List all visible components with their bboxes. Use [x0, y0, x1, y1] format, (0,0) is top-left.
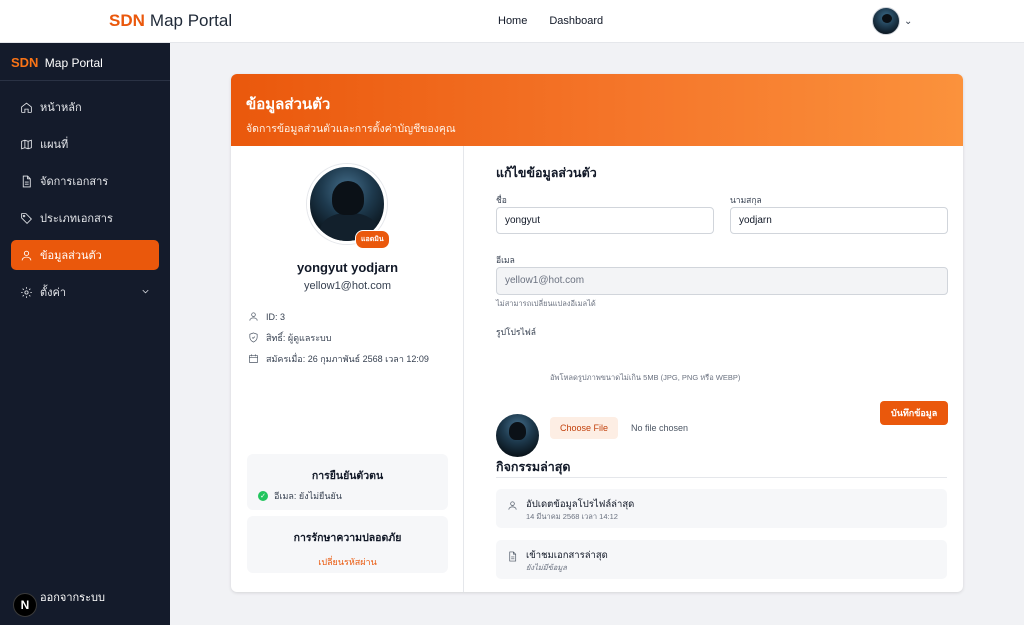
- divider: [496, 477, 947, 478]
- list-item: อัปเดตข้อมูลโปรไฟล์ล่าสุด 14 มีนาคม 2568…: [496, 489, 947, 528]
- page-subtitle: จัดการข้อมูลส่วนตัวและการตั้งค่าบัญชีของ…: [246, 123, 456, 135]
- verification-title: การยืนยันตัวตน: [311, 470, 384, 482]
- sidebar-item-profile[interactable]: ข้อมูลส่วนตัว: [11, 240, 159, 270]
- sidebar-brand-name: Map Portal: [44, 56, 103, 70]
- meta-id: ID: 3: [248, 310, 429, 324]
- logout-label: ออกจากระบบ: [40, 592, 105, 604]
- profile-name: yongyut yodjarn: [296, 260, 399, 275]
- avatar: [872, 7, 900, 35]
- tag-icon: [19, 211, 33, 225]
- sidebar-item-settings[interactable]: ตั้งค่า: [11, 277, 159, 307]
- sidebar-item-label: ประเภทเอกสาร: [40, 213, 113, 225]
- email-field[interactable]: yellow1@hot.com: [496, 267, 948, 295]
- nextjs-badge-icon[interactable]: N: [13, 593, 37, 617]
- profile-meta: ID: 3 สิทธิ์: ผู้ดูแลระบบ สมัครเมื่อ: 26…: [248, 310, 429, 373]
- no-file-text: No file chosen: [631, 423, 689, 433]
- user-menu-button[interactable]: ⌄: [872, 7, 912, 35]
- chevron-down-icon: [140, 286, 151, 300]
- nav-dashboard-link[interactable]: Dashboard: [549, 15, 603, 27]
- user-icon: [507, 498, 518, 510]
- security-panel: การรักษาความปลอดภัย เปลี่ยนรหัสผ่าน: [247, 516, 448, 573]
- document-icon: [507, 549, 518, 562]
- save-button[interactable]: บันทึกข้อมูล: [880, 401, 949, 425]
- email-hint: ไม่สามารถเปลี่ยนแปลงอีเมลได้: [496, 299, 596, 308]
- map-icon: [19, 137, 33, 151]
- gear-icon: [19, 285, 33, 299]
- brand-name: Map Portal: [149, 11, 233, 30]
- meta-role: สิทธิ์: ผู้ดูแลระบบ: [248, 331, 429, 345]
- user-icon: [248, 311, 260, 323]
- sidebar-brand-prefix: SDN: [11, 55, 39, 70]
- photo-label: รูปโปรไฟล์: [496, 327, 536, 337]
- card-header: ข้อมูลส่วนตัว จัดการข้อมูลส่วนตัวและการต…: [231, 74, 963, 146]
- sidebar-menu: หน้าหลัก แผนที่ จัดการเอกสาร ประเภทเอกสา…: [0, 81, 170, 307]
- sidebar-item-label: จัดการเอกสาร: [40, 176, 109, 188]
- activity-title-text: อัปเดตข้อมูลโปรไฟล์ล่าสุด: [526, 499, 635, 510]
- list-item: เข้าชมเอกสารล่าสุด ยังไม่มีข้อมูล: [496, 540, 947, 579]
- role-badge: แอดมิน: [355, 230, 390, 249]
- chevron-down-icon: ⌄: [904, 15, 913, 27]
- last-name-field[interactable]: yodjarn: [730, 207, 948, 234]
- first-name-label: ชื่อ: [496, 195, 507, 205]
- first-name-field[interactable]: yongyut: [496, 207, 714, 234]
- profile-summary: แอดมิน yongyut yodjarn yellow1@hot.com I…: [231, 146, 464, 592]
- brand-prefix: SDN: [109, 11, 145, 30]
- email-status-text: อีเมล: ยังไม่ยืนยัน: [274, 491, 342, 501]
- photo-hint: อัพโหลดรูปภาพขนาดไม่เกิน 5MB (JPG, PNG ห…: [550, 373, 741, 382]
- activity-title: กิจกรรมล่าสุด: [496, 460, 571, 474]
- check-circle-icon: ✓: [258, 491, 268, 501]
- shield-icon: [248, 332, 260, 344]
- verification-panel: การยืนยันตัวตน ✓ อีเมล: ยังไม่ยืนยัน: [247, 454, 448, 510]
- sidebar-item-map[interactable]: แผนที่: [11, 129, 159, 159]
- calendar-icon: [248, 353, 260, 365]
- activity-detail-text: 14 มีนาคม 2568 เวลา 14:12: [526, 512, 618, 521]
- profile-edit-form: แก้ไขข้อมูลส่วนตัว ชื่อ yongyut นามสกุล …: [464, 146, 963, 592]
- profile-email: yellow1@hot.com: [304, 280, 391, 292]
- sidebar-item-documents[interactable]: จัดการเอกสาร: [11, 166, 159, 196]
- security-title: การรักษาความปลอดภัย: [293, 532, 402, 544]
- activity-title-text: เข้าชมเอกสารล่าสุด: [526, 550, 608, 561]
- change-password-link[interactable]: เปลี่ยนรหัสผ่าน: [247, 555, 448, 569]
- sidebar-item-label: แผนที่: [40, 139, 69, 151]
- brand-logo[interactable]: SDN Map Portal: [109, 11, 232, 31]
- sidebar-item-document-types[interactable]: ประเภทเอกสาร: [11, 203, 159, 233]
- profile-card: ข้อมูลส่วนตัว จัดการข้อมูลส่วนตัวและการต…: [231, 74, 963, 592]
- user-icon: [19, 248, 33, 262]
- home-icon: [19, 100, 33, 114]
- email-verification-status: ✓ อีเมล: ยังไม่ยืนยัน: [258, 489, 448, 503]
- meta-joined: สมัครเมื่อ: 26 กุมภาพันธ์ 2568 เวลา 12:0…: [248, 352, 429, 366]
- sidebar: SDN Map Portal หน้าหลัก แผนที่ จัดการเอก…: [0, 43, 170, 625]
- sidebar-brand: SDN Map Portal: [0, 43, 170, 81]
- meta-id-text: ID: 3: [266, 312, 286, 322]
- photo-preview: [496, 414, 539, 457]
- sidebar-item-home[interactable]: หน้าหลัก: [11, 92, 159, 122]
- sidebar-item-label: หน้าหลัก: [40, 102, 82, 114]
- sidebar-item-label: ข้อมูลส่วนตัว: [40, 250, 102, 262]
- choose-file-button[interactable]: Choose File: [550, 417, 619, 439]
- meta-role-text: สิทธิ์: ผู้ดูแลระบบ: [266, 333, 332, 343]
- nav-home-link[interactable]: Home: [498, 15, 527, 27]
- top-nav-links: Home Dashboard: [498, 15, 603, 27]
- page-title: ข้อมูลส่วนตัว: [246, 96, 331, 113]
- sidebar-item-label: ตั้งค่า: [40, 287, 67, 299]
- form-title: แก้ไขข้อมูลส่วนตัว: [496, 166, 597, 180]
- meta-joined-text: สมัครเมื่อ: 26 กุมภาพันธ์ 2568 เวลา 12:0…: [266, 354, 429, 364]
- document-icon: [19, 174, 33, 188]
- last-name-label: นามสกุล: [730, 195, 762, 205]
- email-label: อีเมล: [496, 255, 515, 265]
- top-navbar: SDN Map Portal Home Dashboard ⌄: [0, 0, 1024, 43]
- activity-detail-text: ยังไม่มีข้อมูล: [526, 563, 567, 572]
